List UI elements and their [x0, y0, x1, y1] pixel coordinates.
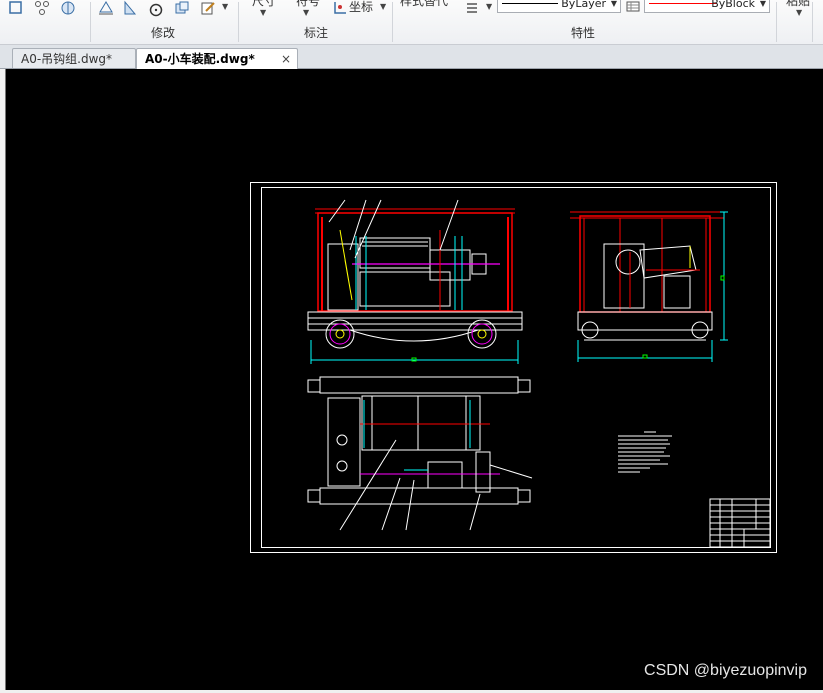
- front-view: [307, 199, 523, 364]
- dim-size-dropdown-icon[interactable]: ▼: [260, 8, 266, 17]
- lineweight-dropdown-icon[interactable]: ▼: [486, 2, 492, 11]
- tab-trolley-assembly[interactable]: A0-小车装配.dwg* ×: [136, 48, 298, 69]
- modify-dropdown-icon[interactable]: ▼: [222, 2, 228, 11]
- coordinate-icon[interactable]: [332, 0, 348, 16]
- rotate-icon[interactable]: [148, 2, 164, 18]
- edit-icon[interactable]: [200, 0, 216, 16]
- stretch-icon[interactable]: [8, 0, 24, 16]
- sheet-inner-frame: [261, 187, 771, 548]
- linetype-select[interactable]: ByLayer ▼: [497, 0, 621, 13]
- offset-icon[interactable]: [98, 0, 114, 16]
- style-override-label[interactable]: 样式替代: [400, 0, 448, 9]
- layer-table-icon[interactable]: [625, 0, 641, 16]
- scale-icon[interactable]: [122, 0, 138, 16]
- panel-label-modify: 修改: [150, 26, 175, 40]
- cad-drawing: [250, 182, 777, 553]
- color-select[interactable]: ByBlock ▼: [644, 0, 770, 13]
- coordinate-dropdown-icon[interactable]: ▼: [380, 2, 386, 11]
- plan-view: [307, 376, 533, 531]
- linetype-value: ByLayer: [561, 0, 606, 10]
- chevron-down-icon: ▼: [610, 0, 617, 8]
- side-view: [570, 211, 728, 362]
- drawing-canvas[interactable]: [6, 69, 823, 690]
- title-block: [709, 498, 771, 548]
- panel-label-properties: 特性: [570, 26, 595, 40]
- close-icon[interactable]: ×: [281, 49, 291, 69]
- array-icon[interactable]: [34, 0, 50, 16]
- color-value: ByBlock: [711, 0, 755, 10]
- chevron-down-icon: ▼: [759, 0, 766, 8]
- lineweight-icon[interactable]: [464, 0, 480, 16]
- copy-icon[interactable]: [174, 0, 190, 16]
- paste-dropdown-icon[interactable]: ▼: [796, 8, 802, 17]
- tab-label: A0-小车装配.dwg*: [145, 52, 255, 66]
- ribbon: ▼ 修改 尺寸 ▼ 符号 ▼ 坐标 ▼ 标注 样式替代 ▼ ByLayer ▼ …: [0, 0, 823, 45]
- watermark-text: CSDN @biyezuopinvip: [644, 662, 807, 679]
- tab-label: A0-吊钩组.dwg*: [21, 52, 113, 66]
- symbol-dropdown-icon[interactable]: ▼: [303, 8, 309, 17]
- tab-hook-group[interactable]: A0-吊钩组.dwg*: [12, 48, 136, 68]
- panel-label-annotate: 标注: [303, 26, 328, 40]
- technical-notes: [618, 431, 672, 473]
- sheet-outer-frame: [250, 182, 777, 553]
- coordinate-label[interactable]: 坐标: [349, 0, 373, 15]
- trim-icon[interactable]: [60, 0, 76, 16]
- document-tab-bar: A0-吊钩组.dwg* A0-小车装配.dwg* ×: [0, 45, 823, 69]
